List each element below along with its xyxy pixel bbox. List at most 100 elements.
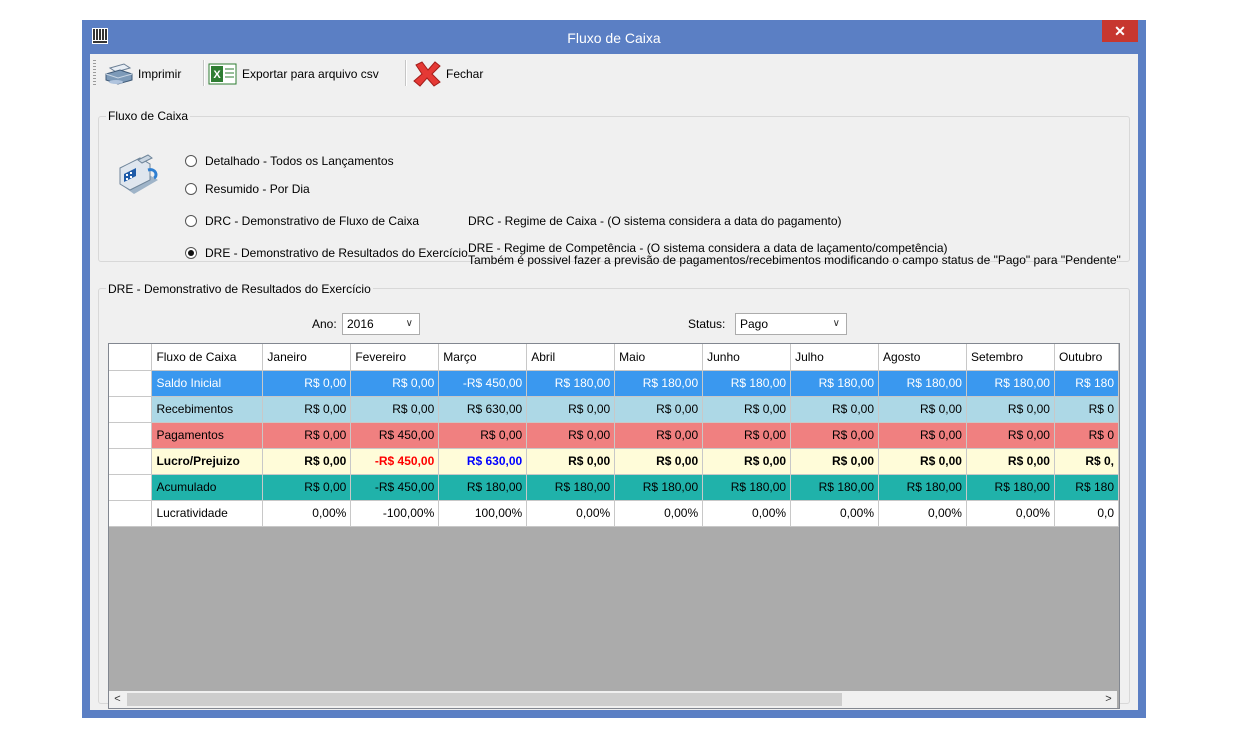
column-header[interactable]: Março: [438, 344, 528, 371]
value-cell[interactable]: R$ 0,00: [702, 396, 792, 423]
radio-detalhado[interactable]: [185, 155, 197, 167]
value-cell[interactable]: R$ 0,00: [702, 422, 792, 449]
value-cell[interactable]: -R$ 450,00: [350, 474, 440, 501]
value-cell[interactable]: R$ 0,00: [614, 422, 704, 449]
scrollbar-thumb[interactable]: [127, 693, 842, 706]
column-header[interactable]: Janeiro: [262, 344, 352, 371]
value-cell[interactable]: R$ 0,00: [878, 448, 967, 475]
radio-dre[interactable]: [185, 247, 197, 259]
value-cell[interactable]: R$ 180,00: [702, 474, 792, 501]
option-drc[interactable]: DRC - Demonstrativo de Fluxo de Caixa: [185, 214, 419, 228]
value-cell[interactable]: R$ 0,00: [262, 396, 352, 423]
row-label-cell[interactable]: Saldo Inicial: [151, 370, 264, 397]
print-button[interactable]: Imprimir: [104, 62, 181, 86]
value-cell[interactable]: R$ 180,00: [438, 474, 528, 501]
value-cell[interactable]: R$ 0,00: [790, 422, 880, 449]
value-cell[interactable]: 0,00%: [702, 500, 792, 527]
table-row[interactable]: Acumulado R$ 0,00 -R$ 450,00 R$ 180,00 R$ 18…: [109, 474, 1119, 501]
value-cell[interactable]: 100,00%: [438, 500, 528, 527]
value-cell[interactable]: R$ 0,00: [262, 370, 352, 397]
value-cell[interactable]: R$ 0,00: [878, 422, 967, 449]
value-cell[interactable]: R$ 180,00: [702, 370, 792, 397]
value-cell[interactable]: 0,00%: [790, 500, 880, 527]
value-cell[interactable]: R$ 0,00: [526, 448, 616, 475]
status-select[interactable]: Pago ∨: [735, 313, 847, 335]
value-cell[interactable]: R$ 180,00: [878, 370, 967, 397]
value-cell[interactable]: R$ 180,00: [614, 474, 704, 501]
table-row[interactable]: Lucro/Prejuizo R$ 0,00 -R$ 450,00 R$ 630,00…: [109, 448, 1119, 475]
column-header[interactable]: Maio: [614, 344, 704, 371]
value-cell[interactable]: 0,00%: [878, 500, 967, 527]
value-cell[interactable]: -R$ 450,00: [350, 448, 440, 475]
value-cell[interactable]: R$ 180: [1054, 474, 1119, 501]
column-header[interactable]: Abril: [526, 344, 616, 371]
table-row[interactable]: ▶ Saldo Inicial R$ 0,00 R$ 0,00 -R$ 450,00 R$…: [109, 370, 1119, 397]
value-cell[interactable]: -R$ 450,00: [438, 370, 528, 397]
value-cell[interactable]: R$ 0,00: [614, 396, 704, 423]
value-cell[interactable]: R$ 180,00: [878, 474, 967, 501]
row-label-cell[interactable]: Lucratividade: [151, 500, 264, 527]
column-header[interactable]: Fevereiro: [350, 344, 440, 371]
table-row[interactable]: Lucratividade 0,00% -100,00% 100,00% 0,00% 0,…: [109, 500, 1119, 527]
value-cell[interactable]: R$ 0,00: [262, 422, 352, 449]
scroll-left-icon[interactable]: <: [109, 691, 126, 708]
value-cell[interactable]: R$ 0,00: [526, 422, 616, 449]
value-cell[interactable]: R$ 0: [1054, 422, 1119, 449]
value-cell[interactable]: R$ 0,00: [526, 396, 616, 423]
value-cell[interactable]: R$ 180,00: [526, 370, 616, 397]
row-header[interactable]: [109, 448, 153, 475]
value-cell[interactable]: R$ 0: [1054, 396, 1119, 423]
value-cell[interactable]: R$ 0,00: [790, 448, 880, 475]
horizontal-scrollbar[interactable]: < >: [109, 691, 1117, 708]
column-header[interactable]: Agosto: [878, 344, 967, 371]
value-cell[interactable]: R$ 0,00: [262, 448, 352, 475]
value-cell[interactable]: 0,00%: [614, 500, 704, 527]
value-cell[interactable]: 0,00%: [262, 500, 352, 527]
value-cell[interactable]: R$ 180,00: [790, 370, 880, 397]
column-header[interactable]: Junho: [702, 344, 792, 371]
value-cell[interactable]: R$ 180,00: [966, 474, 1055, 501]
close-button[interactable]: Fechar: [412, 61, 483, 87]
column-header[interactable]: Julho: [790, 344, 880, 371]
value-cell[interactable]: R$ 0,00: [966, 422, 1055, 449]
value-cell[interactable]: R$ 180,00: [790, 474, 880, 501]
value-cell[interactable]: R$ 630,00: [438, 396, 528, 423]
value-cell[interactable]: R$ 0,00: [966, 396, 1055, 423]
row-header[interactable]: ▶: [109, 370, 153, 397]
column-header[interactable]: Outubro: [1054, 344, 1119, 371]
value-cell[interactable]: R$ 0,00: [614, 448, 704, 475]
export-csv-button[interactable]: X Exportar para arquivo csv: [208, 62, 379, 86]
row-header[interactable]: [109, 396, 153, 423]
scroll-right-icon[interactable]: >: [1100, 691, 1117, 708]
value-cell[interactable]: R$ 0,00: [350, 370, 440, 397]
value-cell[interactable]: R$ 180,00: [526, 474, 616, 501]
table-row[interactable]: Pagamentos R$ 0,00 R$ 450,00 R$ 0,00 R$ 0,00…: [109, 422, 1119, 449]
value-cell[interactable]: R$ 0,: [1054, 448, 1119, 475]
radio-resumido[interactable]: [185, 183, 197, 195]
row-header[interactable]: [109, 422, 153, 449]
row-label-cell[interactable]: Recebimentos: [151, 396, 264, 423]
column-header[interactable]: Setembro: [966, 344, 1055, 371]
value-cell[interactable]: R$ 180,00: [614, 370, 704, 397]
value-cell[interactable]: R$ 0,00: [438, 422, 528, 449]
radio-drc[interactable]: [185, 215, 197, 227]
ano-select[interactable]: 2016 ∨: [342, 313, 420, 335]
value-cell[interactable]: R$ 0,00: [350, 396, 440, 423]
value-cell[interactable]: R$ 180,00: [966, 370, 1055, 397]
value-cell[interactable]: 0,00%: [526, 500, 616, 527]
value-cell[interactable]: -100,00%: [350, 500, 440, 527]
table-row[interactable]: Recebimentos R$ 0,00 R$ 0,00 R$ 630,00 R$ 0,…: [109, 396, 1119, 423]
value-cell[interactable]: R$ 0,00: [702, 448, 792, 475]
row-header[interactable]: [109, 474, 153, 501]
row-header[interactable]: [109, 500, 153, 527]
value-cell[interactable]: R$ 450,00: [350, 422, 440, 449]
value-cell[interactable]: R$ 0,00: [790, 396, 880, 423]
option-dre[interactable]: DRE - Demonstrativo de Resultados do Exe…: [185, 246, 468, 260]
option-resumido[interactable]: Resumido - Por Dia: [185, 182, 310, 196]
row-label-cell[interactable]: Acumulado: [151, 474, 264, 501]
column-header[interactable]: Fluxo de Caixa: [151, 344, 264, 371]
value-cell[interactable]: 0,00%: [966, 500, 1055, 527]
value-cell[interactable]: R$ 180: [1054, 370, 1119, 397]
value-cell[interactable]: R$ 0,00: [966, 448, 1055, 475]
row-label-cell[interactable]: Pagamentos: [151, 422, 264, 449]
